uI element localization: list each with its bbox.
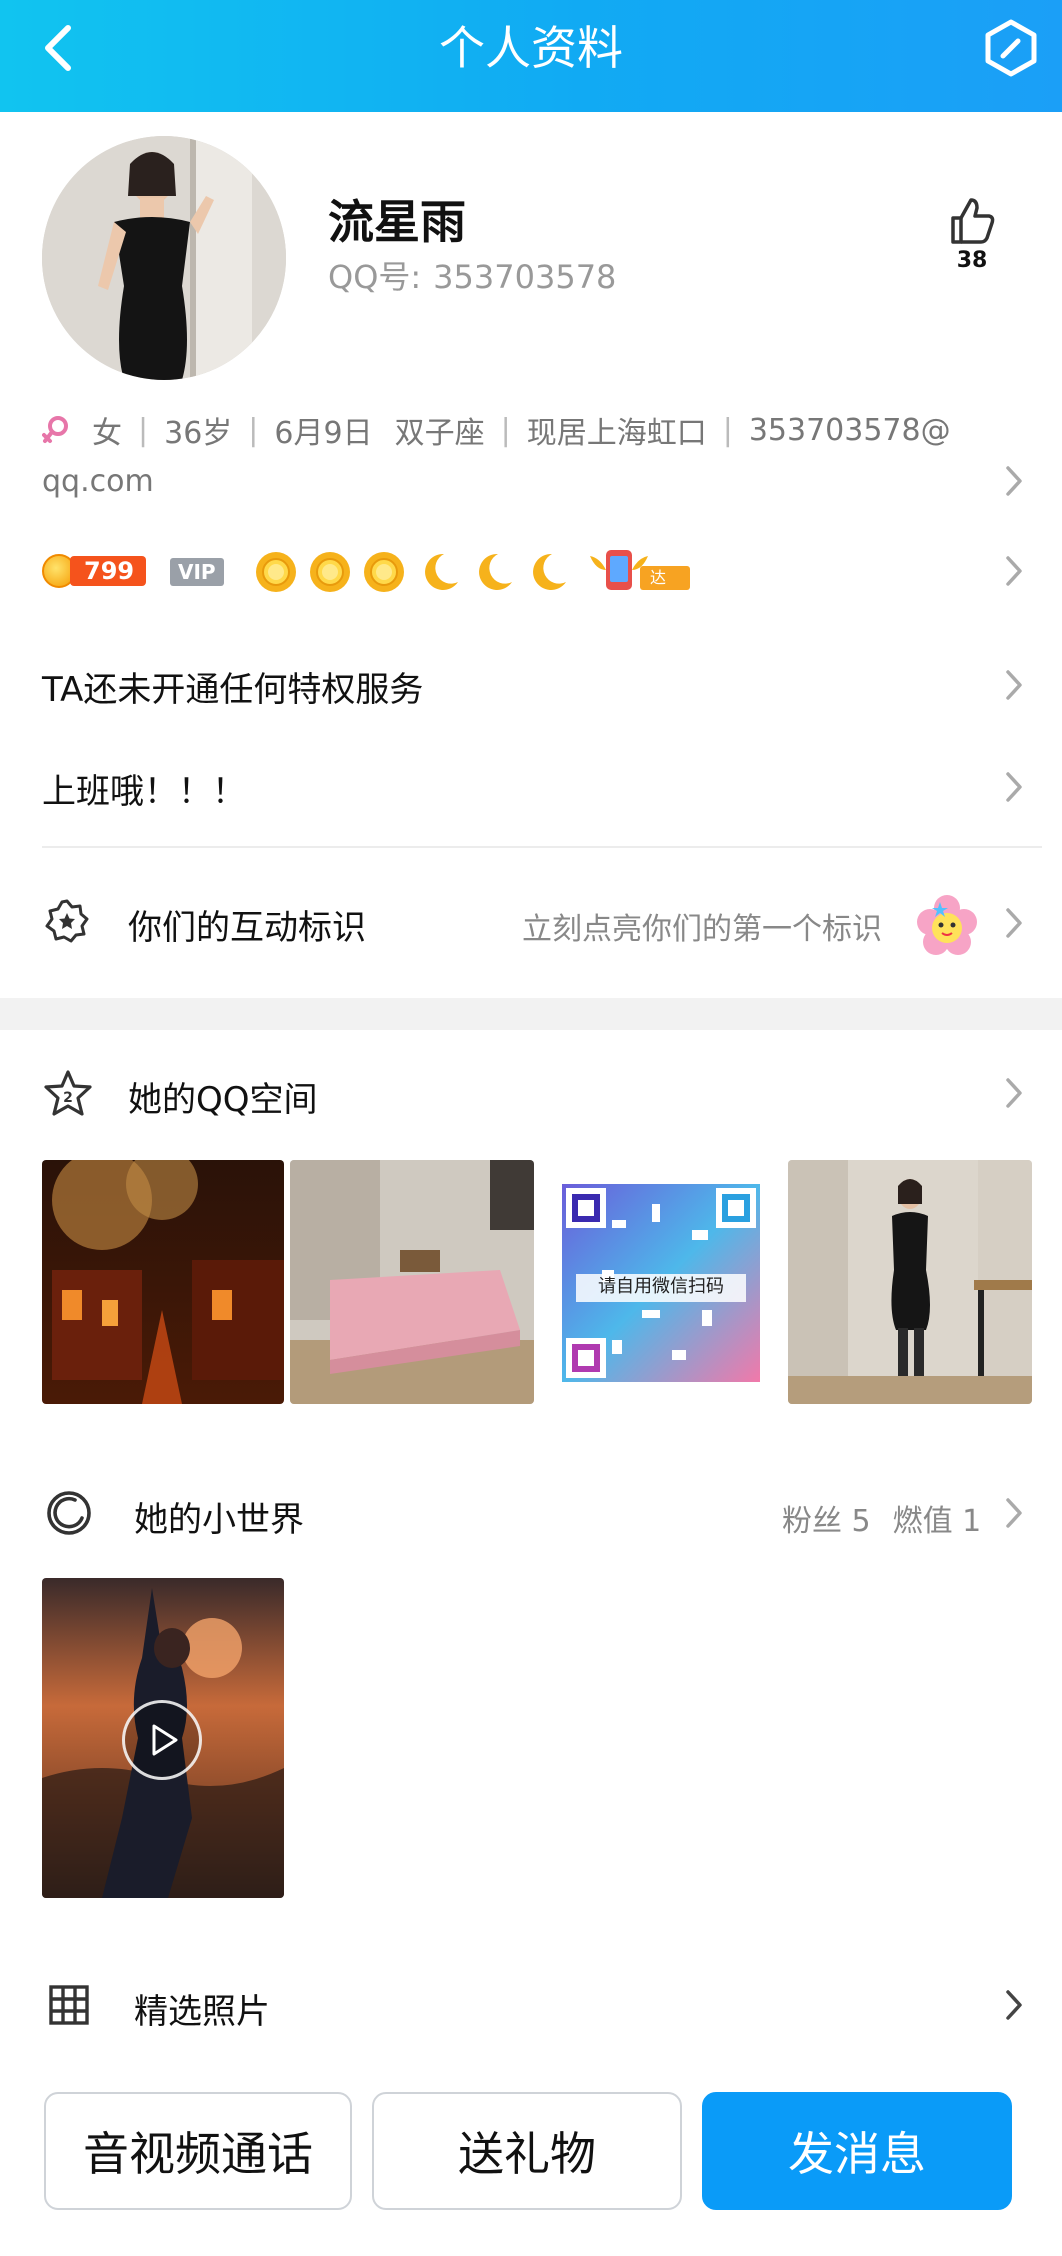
moon-level-icon bbox=[522, 548, 570, 600]
svg-text:2: 2 bbox=[63, 1090, 73, 1106]
age: 36岁 bbox=[164, 416, 233, 451]
badge-star-icon bbox=[44, 898, 90, 948]
qzone-photo-night-street[interactable] bbox=[42, 1160, 284, 1404]
burn-value: 燃值 1 bbox=[892, 1504, 982, 1539]
send-gift-button[interactable]: 送礼物 bbox=[372, 2092, 682, 2210]
location: 现居上海虹口 bbox=[526, 416, 707, 451]
avatar[interactable] bbox=[42, 136, 286, 380]
interaction-row[interactable]: 你们的互动标识 立刻点亮你们的第一个标识 bbox=[42, 884, 1032, 960]
back-button[interactable] bbox=[34, 20, 84, 76]
privilege-row[interactable]: TA还未开通任何特权服务 bbox=[42, 650, 1032, 720]
chevron-right-icon bbox=[1004, 1988, 1024, 2022]
moon-level-icon bbox=[414, 548, 462, 600]
sun-level-icon bbox=[360, 548, 408, 600]
chevron-right-icon bbox=[1004, 906, 1024, 940]
featured-title: 精选照片 bbox=[134, 1992, 270, 2032]
qzone-header[interactable]: 2 她的QQ空间 bbox=[42, 1060, 1032, 1126]
birthday: 6月9日 bbox=[274, 416, 373, 451]
thumbs-up-icon bbox=[951, 198, 995, 244]
qq-number: 353703578 bbox=[433, 258, 617, 296]
qq-label: QQ号: bbox=[328, 258, 422, 296]
female-gender-icon bbox=[42, 416, 68, 443]
info-line-1: 女 | 36岁 | 6月9日 双子座 | 现居上海虹口 | 353703578@ bbox=[42, 408, 951, 452]
page-title: 个人资料 bbox=[439, 21, 623, 75]
small-world-icon bbox=[44, 1488, 94, 1542]
qzone-star-icon: 2 bbox=[42, 1068, 94, 1124]
edit-button[interactable] bbox=[982, 18, 1040, 78]
small-world-header[interactable]: 她的小世界 粉丝 5 燃值 1 bbox=[42, 1480, 1032, 1546]
expert-label: 达人 bbox=[640, 566, 690, 611]
profile-info-row[interactable]: 女 | 36岁 | 6月9日 双子座 | 现居上海虹口 | 353703578@ qq.c… bbox=[42, 408, 1032, 508]
section-gap bbox=[0, 998, 1062, 1030]
vip-badge: VIP bbox=[170, 558, 224, 586]
gender: 女 bbox=[92, 416, 122, 451]
coin-badge: 799 bbox=[42, 554, 147, 588]
sun-level-icon bbox=[252, 548, 300, 600]
signature-text: 上班哦！！！ bbox=[42, 772, 246, 812]
qzone-photo-qr-code[interactable]: 请自用微信扫码 bbox=[542, 1160, 780, 1404]
qr-caption: 请自用微信扫码 bbox=[598, 1276, 724, 1297]
flower-mascot-icon bbox=[914, 892, 980, 962]
email-part-2: qq.com bbox=[42, 464, 154, 499]
chevron-right-icon bbox=[1004, 1076, 1024, 1110]
like-count: 38 bbox=[956, 248, 988, 273]
qzone-photo-bedroom[interactable] bbox=[290, 1160, 534, 1404]
qzone-photo-portrait[interactable] bbox=[788, 1160, 1032, 1404]
signature-row[interactable]: 上班哦！！！ bbox=[42, 752, 1032, 822]
qzone-title: 她的QQ空间 bbox=[128, 1080, 318, 1120]
privilege-text: TA还未开通任何特权服务 bbox=[42, 670, 424, 710]
play-icon bbox=[152, 1724, 178, 1756]
interaction-label: 你们的互动标识 bbox=[128, 908, 366, 948]
hexagon-edit-icon bbox=[985, 19, 1037, 77]
chevron-right-icon bbox=[1004, 770, 1024, 804]
like-button[interactable]: 38 bbox=[940, 196, 1004, 278]
email-part-1: 353703578@ bbox=[748, 412, 951, 448]
level-badges-row[interactable]: 799 VIP 达人 bbox=[42, 548, 1032, 611]
fans-count: 粉丝 5 bbox=[782, 1504, 871, 1539]
sun-level-icon bbox=[306, 548, 354, 600]
coin-value: 799 bbox=[70, 556, 147, 586]
moon-level-icon bbox=[468, 548, 516, 600]
chevron-right-icon bbox=[1004, 554, 1024, 588]
small-world-video-thumb[interactable] bbox=[42, 1578, 284, 1898]
profile-name: 流星雨 bbox=[328, 195, 466, 249]
back-arrow-icon bbox=[45, 25, 71, 71]
chevron-right-icon bbox=[1004, 464, 1024, 498]
featured-photos-row[interactable]: 精选照片 bbox=[42, 1972, 1032, 2038]
grid-icon bbox=[48, 1984, 90, 2030]
small-world-title: 她的小世界 bbox=[134, 1500, 304, 1540]
small-world-stats: 粉丝 5 燃值 1 bbox=[782, 1496, 981, 1540]
chevron-right-icon bbox=[1004, 668, 1024, 702]
play-button[interactable] bbox=[122, 1700, 202, 1780]
divider bbox=[42, 846, 1042, 848]
expert-badge: 达人 bbox=[586, 548, 690, 611]
zodiac: 双子座 bbox=[394, 416, 485, 451]
qq-number-line: QQ号: 353703578 bbox=[328, 252, 616, 298]
interaction-hint: 立刻点亮你们的第一个标识 bbox=[522, 912, 882, 947]
avatar-image bbox=[42, 136, 286, 380]
chevron-right-icon bbox=[1004, 1496, 1024, 1530]
av-call-button[interactable]: 音视频通话 bbox=[44, 2092, 352, 2210]
send-message-button[interactable]: 发消息 bbox=[702, 2092, 1012, 2210]
